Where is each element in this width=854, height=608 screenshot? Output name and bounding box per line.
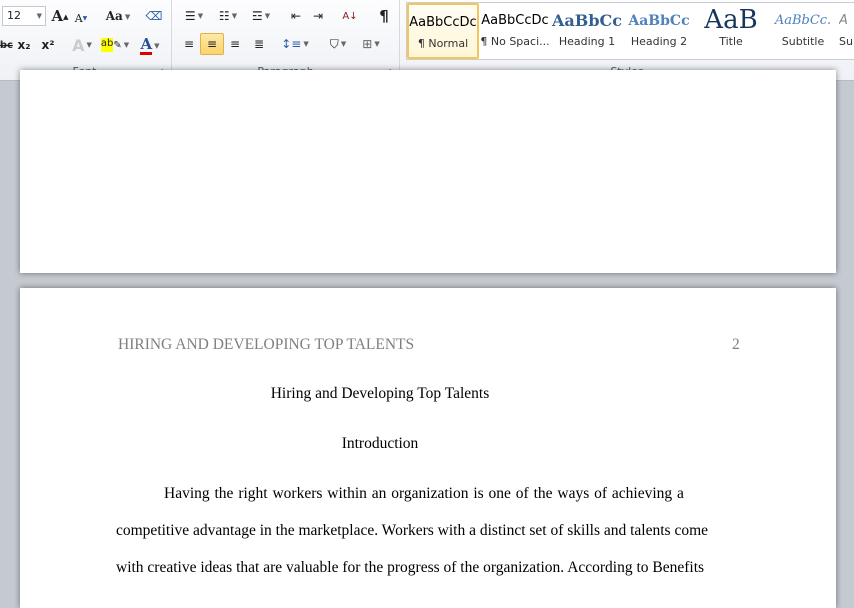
clear-formatting-icon[interactable]: ⌫ [144,5,164,27]
strikethrough-button[interactable]: abc [0,34,13,56]
font-group: 12▼ A▲ A▼ Aa▼ ⌫ abc x₂ x² A▼ ab✎▼ A▼ Fon… [0,0,172,80]
page-1 [20,70,836,273]
body-line: competitive advantage in the marketplace… [116,522,709,539]
font-size-box[interactable]: 12 ▼ [2,6,46,26]
document-title: Hiring and Developing Top Talents [270,385,490,402]
styles-gallery: AaBbCcDc ¶ Normal AaBbCcDc ¶ No Spaci... A… [406,2,854,60]
align-center-icon[interactable]: ≡ [200,33,224,55]
page-number: 2 [732,336,740,353]
show-formatting-button[interactable]: ¶ [374,5,394,27]
decrease-indent-icon[interactable]: ⇤ [286,5,306,27]
section-heading: Introduction [341,435,419,452]
align-right-icon[interactable]: ≡ [224,33,246,55]
body-line: Having the right workers within an organ… [164,485,684,502]
text-effects-button[interactable]: A ▼ [70,34,94,56]
style-normal[interactable]: AaBbCcDc ¶ Normal [407,3,479,59]
style-title[interactable]: AaB Title [695,3,767,59]
ribbon: 12▼ A▲ A▼ Aa▼ ⌫ abc x₂ x² A▼ ab✎▼ A▼ Fon… [0,0,854,81]
change-case-button[interactable]: Aa ▼ [104,5,132,27]
increase-indent-icon[interactable]: ⇥ [308,5,328,27]
font-color-button[interactable]: A ▼ [136,34,164,56]
multilevel-list-button[interactable]: ☲ ▼ [246,5,276,27]
highlight-button[interactable]: ab ✎ ▼ [100,34,130,56]
sort-button[interactable]: A↓ [338,5,362,27]
shrink-font-button[interactable]: A ▼ [72,7,90,29]
numbering-button[interactable]: ☷ ▼ [212,5,244,27]
line-spacing-button[interactable]: ↕≡ ▼ [280,33,310,55]
bullets-button[interactable]: ☰ ▼ [178,5,210,27]
style-heading-2[interactable]: AaBbCc Heading 2 [623,3,695,59]
body-line: with creative ideas that are valuable fo… [116,559,705,576]
chevron-down-icon: ▼ [36,12,42,20]
page-2: HIRING AND DEVELOPING TOP TALENTS 2 Hiri… [20,288,836,608]
style-subtitle[interactable]: AaBbCc. Subtitle [767,3,839,59]
style-heading-1[interactable]: AaBbCc Heading 1 [551,3,623,59]
subscript-button[interactable]: x₂ [14,34,34,56]
page-header: HIRING AND DEVELOPING TOP TALENTS [118,336,415,353]
borders-button[interactable]: ⊞ ▼ [356,33,386,55]
justify-icon[interactable]: ≣ [248,33,270,55]
grow-font-button[interactable]: A ▲ [50,5,70,27]
paragraph-group: ☰▼ ☷▼ ☲▼ ⇤ ⇥ A↓ ¶ ≡ ≡ ≡ ≣ ↕≡▼ ⛉▼ ⊞▼ Para… [172,0,400,80]
style-subtle-emphasis[interactable]: A Su [839,3,854,59]
superscript-button[interactable]: x² [38,34,58,56]
shading-button[interactable]: ⛉ ▼ [322,33,354,55]
font-size-value: 12 [7,9,21,22]
style-no-spacing[interactable]: AaBbCcDc ¶ No Spaci... [479,3,551,59]
align-left-icon[interactable]: ≡ [178,33,200,55]
